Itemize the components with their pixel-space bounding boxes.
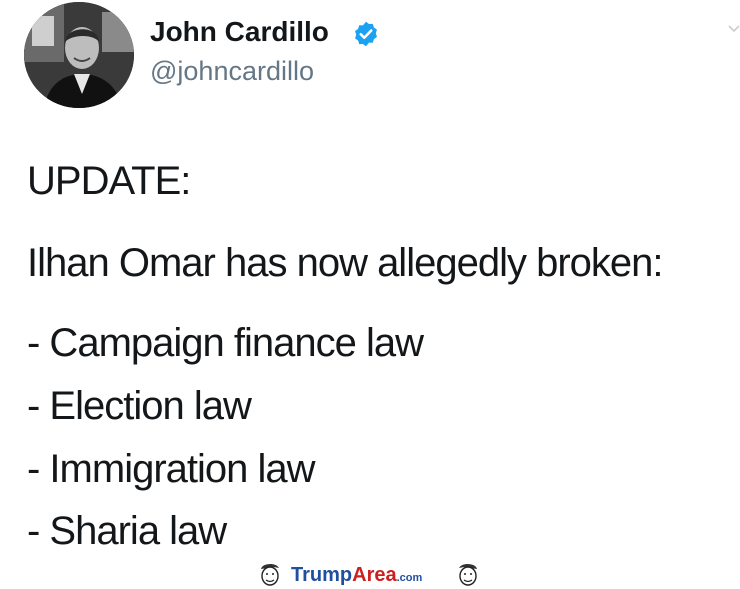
tweet-line-election: - Election law bbox=[27, 384, 252, 428]
tweet-line-intro: Ilhan Omar has now allegedly broken: bbox=[27, 241, 663, 285]
watermark-area: Area bbox=[352, 564, 397, 586]
tweet-card: John Cardillo @johncardillo UPDATE: Ilha… bbox=[0, 0, 740, 587]
avatar-photo bbox=[24, 2, 134, 108]
author-handle[interactable]: @johncardillo bbox=[150, 55, 314, 87]
author-display-name[interactable]: John Cardillo bbox=[150, 16, 329, 48]
caricature-face-icon bbox=[261, 563, 279, 586]
tweet-line-update: UPDATE: bbox=[27, 159, 191, 203]
tweet-line-immigration: - Immigration law bbox=[27, 447, 316, 491]
watermark-com: .com bbox=[396, 572, 423, 584]
watermark-logo: TrumpArea.com bbox=[258, 561, 482, 587]
caricature-face-icon bbox=[459, 563, 477, 586]
tweet-line-campaign: - Campaign finance law bbox=[27, 321, 424, 365]
author-avatar[interactable] bbox=[24, 2, 134, 108]
verified-badge-icon bbox=[355, 21, 377, 47]
tweet-line-sharia: - Sharia law bbox=[27, 509, 227, 553]
chevron-down-icon[interactable] bbox=[728, 24, 740, 34]
watermark-trump: Trump bbox=[291, 564, 353, 586]
watermark-text: TrumpArea.com bbox=[291, 564, 422, 589]
